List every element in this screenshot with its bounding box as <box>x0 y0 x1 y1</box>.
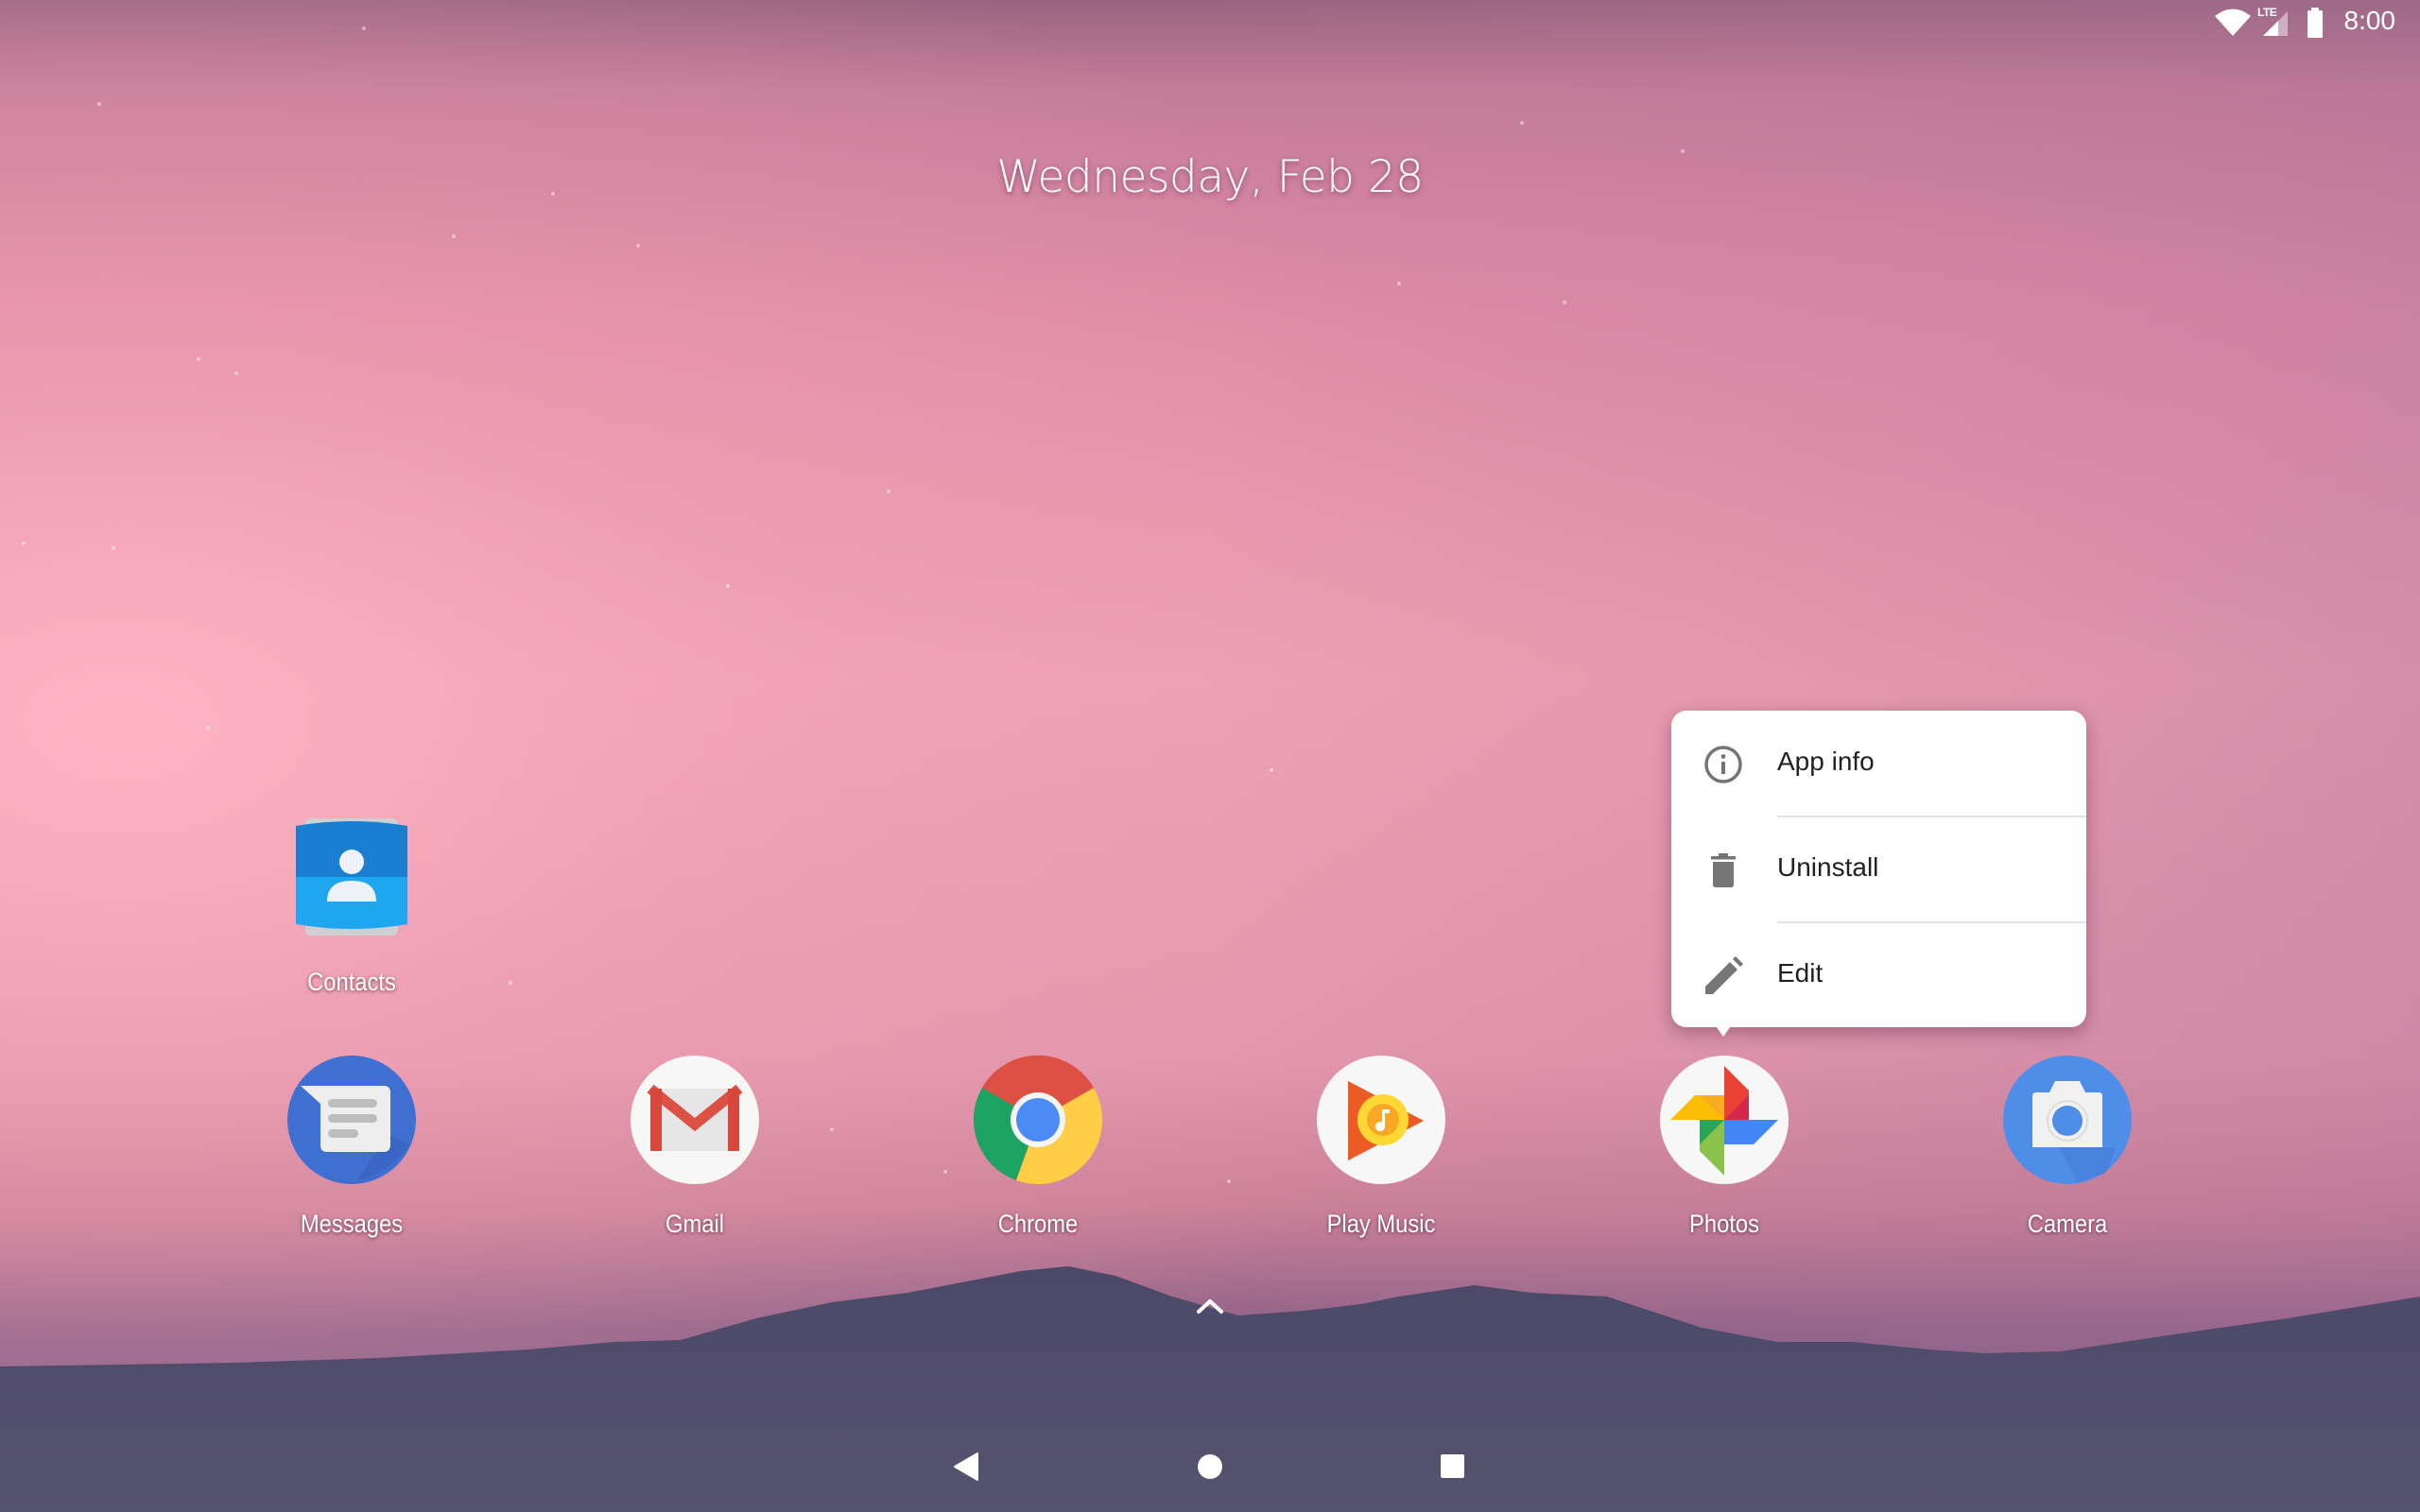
home-icon[interactable] <box>1189 1446 1231 1487</box>
photos-icon <box>1660 1056 1789 1184</box>
app-shortcut-menu: App info Uninstall Edit <box>1671 711 2086 1027</box>
clock: 8:00 <box>2343 6 2396 35</box>
gmail-icon <box>631 1056 759 1184</box>
cell-signal-icon <box>2263 11 2288 36</box>
play-music-icon <box>1317 1056 1445 1184</box>
app-label: Contacts <box>307 968 396 996</box>
chevron-up-icon[interactable] <box>1193 1295 1227 1317</box>
recents-icon[interactable] <box>1431 1446 1473 1487</box>
app-camera[interactable]: Camera <box>1945 1055 2190 1244</box>
camera-icon <box>2003 1056 2132 1184</box>
contacts-icon <box>296 818 407 936</box>
app-label: Camera <box>2027 1210 2108 1238</box>
chrome-icon <box>973 1055 1103 1185</box>
app-label: Photos <box>1689 1210 1759 1238</box>
menu-item-label: App info <box>1777 747 1875 776</box>
app-label: Gmail <box>665 1210 725 1238</box>
menu-item-label: Uninstall <box>1777 852 1879 882</box>
app-chrome[interactable]: Chrome <box>915 1055 1161 1244</box>
app-messages[interactable]: Messages <box>229 1055 475 1244</box>
info-icon <box>1704 746 1742 783</box>
app-label: Chrome <box>997 1210 1079 1238</box>
menu-item-app-info[interactable]: App info <box>1671 711 2086 816</box>
trash-icon <box>1711 853 1736 887</box>
date-widget[interactable]: Wednesday, Feb 28 <box>0 151 2420 203</box>
messages-icon <box>287 1056 416 1184</box>
app-play-music[interactable]: Play Music <box>1258 1055 1504 1244</box>
wifi-full-icon <box>2215 9 2251 36</box>
menu-item-uninstall[interactable]: Uninstall <box>1671 816 2086 922</box>
battery-full-icon <box>2308 8 2323 38</box>
menu-item-label: Edit <box>1777 958 1824 988</box>
app-label: Play Music <box>1326 1210 1436 1238</box>
back-icon[interactable] <box>947 1446 989 1487</box>
app-contacts[interactable]: Contacts <box>229 813 475 1011</box>
popup-pointer <box>1714 1023 1733 1037</box>
menu-item-edit[interactable]: Edit <box>1671 922 2086 1028</box>
app-label: Messages <box>300 1210 404 1238</box>
pencil-icon <box>1705 956 1743 994</box>
app-photos[interactable]: Photos <box>1601 1055 1847 1244</box>
app-gmail[interactable]: Gmail <box>572 1055 818 1244</box>
status-bar: LTE 8:00 <box>0 0 2420 47</box>
